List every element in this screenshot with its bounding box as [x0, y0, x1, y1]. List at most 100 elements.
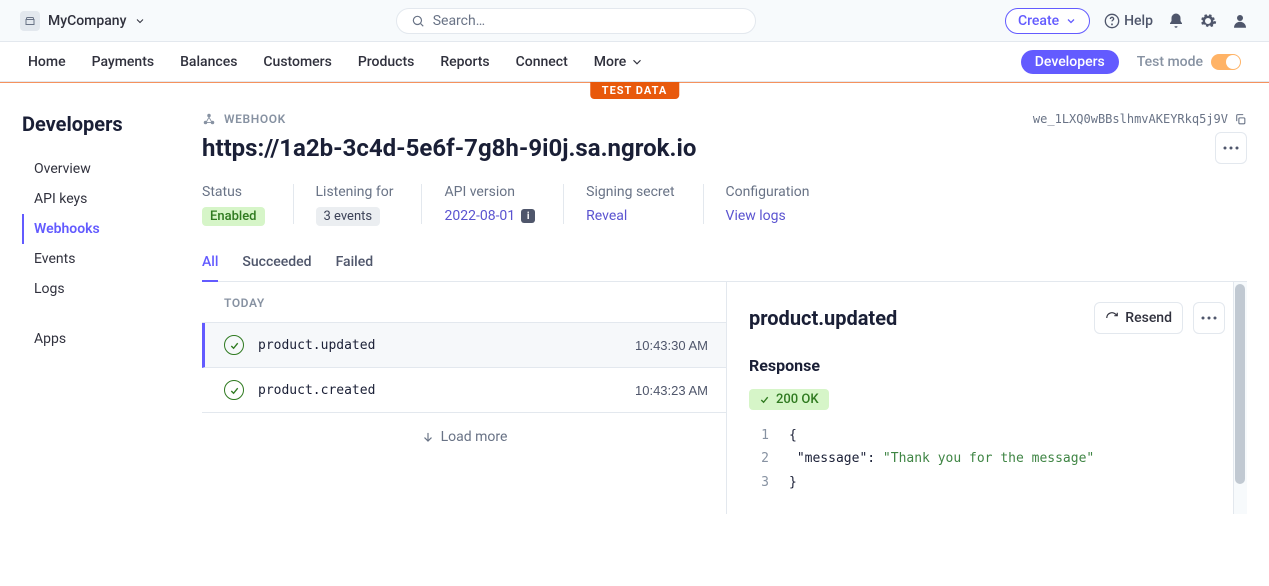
signing-label: Signing secret [586, 184, 674, 200]
event-name: product.created [258, 383, 375, 398]
nav-more[interactable]: More [594, 54, 645, 70]
response-body: 1{ 2 "message": "Thank you for the messa… [749, 424, 1225, 494]
check-icon [224, 335, 244, 355]
nav-balances[interactable]: Balances [180, 54, 237, 70]
tab-failed[interactable]: Failed [336, 248, 374, 281]
split-view: TODAY product.updated 10:43:30 AM produc… [202, 282, 1247, 514]
title-row: https://1a2b-3c4d-5e6f-7g8h-9i0j.sa.ngro… [202, 132, 1247, 164]
webhook-id: we_1LXQ0wBBslhmvAKEYRkq5j9V [1033, 112, 1228, 126]
help-icon [1104, 13, 1120, 29]
detail-title: product.updated [749, 306, 1084, 330]
chevron-down-icon [1065, 15, 1077, 27]
load-more-button[interactable]: Load more [202, 413, 726, 461]
arrow-down-icon [421, 430, 435, 444]
webhook-url: https://1a2b-3c4d-5e6f-7g8h-9i0j.sa.ngro… [202, 134, 696, 162]
sidebar-item-logs[interactable]: Logs [22, 274, 180, 304]
test-mode-toggle[interactable] [1211, 54, 1241, 70]
detail-more-button[interactable] [1193, 302, 1225, 334]
response-status-text: 200 OK [776, 392, 819, 407]
company-icon [20, 11, 40, 31]
kv-api-version: API version 2022-08-01 i [444, 184, 564, 224]
resend-button[interactable]: Resend [1094, 302, 1183, 334]
view-logs-link[interactable]: View logs [726, 208, 810, 224]
resend-icon [1105, 311, 1119, 325]
sidebar: Developers Overview API keys Webhooks Ev… [0, 82, 180, 514]
test-data-badge: TEST DATA [590, 82, 679, 99]
topbar: MyCompany Search… Create Help [0, 0, 1269, 42]
nav-left: Home Payments Balances Customers Product… [28, 54, 644, 70]
gear-icon[interactable] [1199, 12, 1217, 30]
company-switcher[interactable]: MyCompany [20, 11, 146, 31]
sidebar-item-api-keys[interactable]: API keys [22, 184, 180, 214]
day-header: TODAY [202, 282, 726, 323]
kv-status: Status Enabled [202, 184, 294, 224]
config-label: Configuration [726, 184, 810, 200]
copy-icon[interactable] [1234, 113, 1247, 126]
company-name: MyCompany [48, 13, 126, 29]
kv-listening: Listening for 3 events [316, 184, 423, 224]
response-heading: Response [749, 356, 1225, 375]
nav-customers[interactable]: Customers [263, 54, 331, 70]
nav-reports[interactable]: Reports [440, 54, 489, 70]
nav-more-label: More [594, 54, 627, 70]
summary-row: Status Enabled Listening for 3 events AP… [202, 184, 1247, 224]
tab-all[interactable]: All [202, 248, 218, 282]
chevron-down-icon [630, 55, 644, 69]
nav-row: Home Payments Balances Customers Product… [0, 42, 1269, 82]
help-label: Help [1124, 13, 1153, 29]
load-more-label: Load more [441, 429, 508, 445]
resend-label: Resend [1125, 310, 1172, 326]
detail-pane: product.updated Resend Response 200 OK 1… [727, 282, 1247, 514]
nav-products[interactable]: Products [358, 54, 415, 70]
help-link[interactable]: Help [1104, 13, 1153, 29]
content: WEBHOOK we_1LXQ0wBBslhmvAKEYRkq5j9V http… [180, 82, 1269, 514]
reveal-link[interactable]: Reveal [586, 208, 674, 224]
dots-icon [1223, 146, 1239, 150]
webhook-icon [202, 112, 216, 126]
nav-home[interactable]: Home [28, 54, 66, 70]
sidebar-item-apps[interactable]: Apps [22, 324, 180, 354]
check-icon [224, 380, 244, 400]
crumb-row: WEBHOOK we_1LXQ0wBBslhmvAKEYRkq5j9V [202, 112, 1247, 126]
bell-icon[interactable] [1167, 12, 1185, 30]
nav-payments[interactable]: Payments [92, 54, 155, 70]
scrollbar[interactable] [1233, 282, 1247, 514]
sidebar-title: Developers [22, 112, 180, 136]
event-row[interactable]: product.updated 10:43:30 AM [202, 323, 726, 368]
listening-badge[interactable]: 3 events [316, 207, 381, 226]
event-tabs: All Succeeded Failed [202, 248, 1247, 282]
kv-config: Configuration View logs [726, 184, 838, 224]
developers-pill[interactable]: Developers [1021, 50, 1119, 74]
kv-signing: Signing secret Reveal [586, 184, 703, 224]
search-input[interactable]: Search… [396, 8, 756, 34]
sidebar-item-overview[interactable]: Overview [22, 154, 180, 184]
breadcrumb: WEBHOOK [202, 112, 286, 126]
search-placeholder: Search… [433, 13, 485, 29]
webhook-id-wrap: we_1LXQ0wBBslhmvAKEYRkq5j9V [1033, 112, 1247, 126]
test-mode-label: Test mode [1137, 54, 1203, 70]
event-row[interactable]: product.created 10:43:23 AM [202, 368, 726, 413]
detail-header: product.updated Resend [749, 302, 1225, 334]
code-line: 2 "message": "Thank you for the message" [749, 447, 1225, 470]
response-status-badge: 200 OK [749, 389, 829, 410]
user-icon[interactable] [1231, 12, 1249, 30]
api-version-value[interactable]: 2022-08-01 i [444, 208, 535, 224]
nav-connect[interactable]: Connect [516, 54, 568, 70]
listening-label: Listening for [316, 184, 394, 200]
events-pane: TODAY product.updated 10:43:30 AM produc… [202, 282, 727, 514]
nav-right: Developers Test mode [1021, 50, 1241, 74]
chevron-down-icon [134, 15, 146, 27]
create-button[interactable]: Create [1005, 8, 1090, 34]
check-icon [759, 394, 770, 405]
info-icon: i [521, 209, 535, 223]
more-button[interactable] [1215, 132, 1247, 164]
code-line: 3} [749, 471, 1225, 494]
create-label: Create [1018, 13, 1059, 29]
sidebar-item-webhooks[interactable]: Webhooks [22, 214, 180, 244]
code-line: 1{ [749, 424, 1225, 447]
tab-succeeded[interactable]: Succeeded [242, 248, 311, 281]
event-name: product.updated [258, 338, 375, 353]
search-icon [411, 14, 425, 28]
test-mode-toggle-wrap: Test mode [1137, 54, 1241, 70]
sidebar-item-events[interactable]: Events [22, 244, 180, 274]
